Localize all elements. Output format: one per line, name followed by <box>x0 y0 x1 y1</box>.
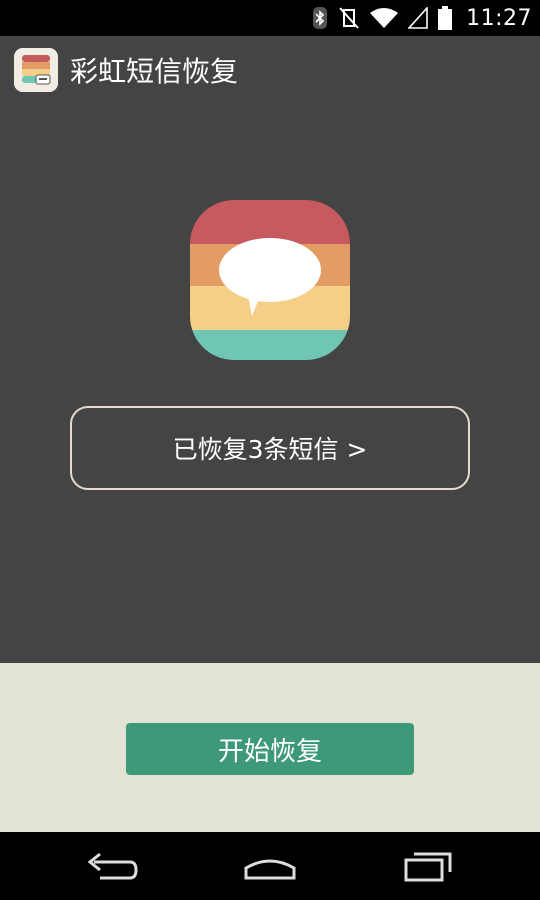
back-icon[interactable] <box>84 846 140 886</box>
recovered-messages-label: 已恢复3条短信 > <box>172 435 368 464</box>
rainbow-sms-app-icon[interactable] <box>14 48 58 92</box>
clock: 11:27 <box>466 5 532 31</box>
rainbow-message-bubble-logo <box>190 200 350 360</box>
action-bar: 彩虹短信恢复 <box>0 36 540 104</box>
start-recovery-button[interactable]: 开始恢复 <box>126 723 414 775</box>
vibrate-icon <box>338 6 360 30</box>
bottom-panel: 开始恢复 <box>0 663 540 832</box>
start-recovery-label: 开始恢复 <box>217 736 322 767</box>
navigation-bar <box>0 832 540 900</box>
status-icons: 11:27 <box>312 0 532 36</box>
status-bar: 11:27 <box>0 0 540 36</box>
screen: 11:27 彩虹短信恢复 已恢复3条短信 > 开始恢复 <box>0 0 540 900</box>
battery-icon <box>438 6 453 30</box>
recovered-messages-button[interactable]: 已恢复3条短信 > <box>70 406 470 490</box>
bluetooth-icon <box>312 6 328 30</box>
main-area: 已恢复3条短信 > <box>0 104 540 663</box>
signal-icon <box>408 7 428 29</box>
recent-apps-icon[interactable] <box>400 846 456 886</box>
home-icon[interactable] <box>240 846 300 886</box>
app-title: 彩虹短信恢复 <box>70 55 239 88</box>
wifi-icon <box>370 7 399 29</box>
